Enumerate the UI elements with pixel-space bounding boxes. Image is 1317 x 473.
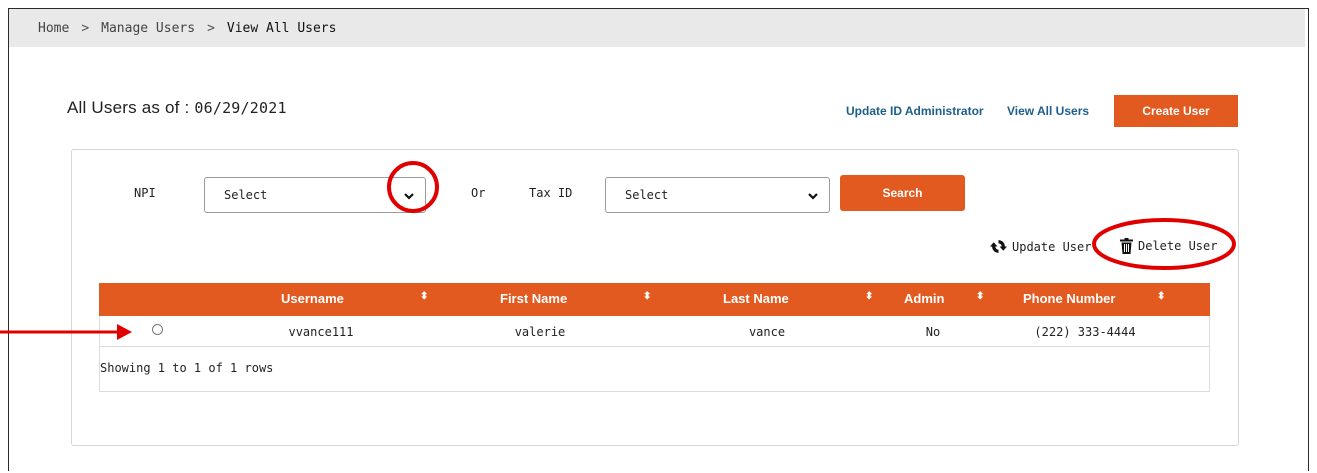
or-label: Or <box>471 186 486 200</box>
npi-select[interactable]: Select <box>204 177 426 213</box>
tax-id-select[interactable]: Select <box>605 177 830 213</box>
cell-admin: No <box>925 325 941 339</box>
refresh-icon <box>990 240 1007 253</box>
column-header-username[interactable]: Username <box>281 291 344 306</box>
npi-select-value: Select <box>224 188 268 202</box>
npi-label: NPI <box>134 186 156 200</box>
update-user-action[interactable]: Update User <box>990 238 1091 255</box>
page-title-prefix: All Users as of : <box>67 98 190 117</box>
delete-user-label: Delete User <box>1138 239 1218 253</box>
table-row[interactable]: vvance111 valerie vance No (222) 333-444… <box>99 316 1210 347</box>
view-all-users-link[interactable]: View All Users <box>1007 104 1089 118</box>
breadcrumb-home[interactable]: Home <box>38 21 69 36</box>
cell-username: vvance111 <box>288 325 354 339</box>
pagination-info: Showing 1 to 1 of 1 rows <box>100 361 274 375</box>
row-select-radio[interactable] <box>152 324 163 335</box>
page-title-date: 06/29/2021 <box>194 99 287 117</box>
update-user-label: Update User <box>1012 239 1092 254</box>
column-header-last-name[interactable]: Last Name <box>723 291 789 306</box>
tax-id-label: Tax ID <box>529 186 573 200</box>
cell-phone: (222) 333-4444 <box>1034 325 1136 339</box>
trash-icon <box>1120 238 1133 254</box>
chevron-down-icon <box>404 193 414 200</box>
sort-icon[interactable]: ⬍ <box>420 291 428 302</box>
breadcrumb: Home > Manage Users > View All Users <box>9 9 1305 47</box>
update-id-administrator-link[interactable]: Update ID Administrator <box>846 104 984 118</box>
page-title: All Users as of : 06/29/2021 <box>67 98 287 118</box>
sort-icon[interactable]: ⬍ <box>976 291 984 302</box>
cell-last-name: vance <box>748 325 786 339</box>
sort-icon[interactable]: ⬍ <box>643 291 651 302</box>
sort-icon[interactable]: ⬍ <box>865 291 873 302</box>
breadcrumb-current: View All Users <box>226 20 337 36</box>
chevron-right-icon: > <box>207 20 215 36</box>
search-button[interactable]: Search <box>840 175 965 211</box>
tax-id-select-value: Select <box>625 188 669 202</box>
column-header-admin[interactable]: Admin <box>904 291 944 306</box>
sort-icon[interactable]: ⬍ <box>1157 291 1165 302</box>
chevron-right-icon: > <box>81 20 90 36</box>
breadcrumb-manage-users[interactable]: Manage Users <box>101 21 195 36</box>
users-table-header: Username ⬍ First Name ⬍ Last Name ⬍ Admi… <box>99 283 1210 316</box>
column-header-first-name[interactable]: First Name <box>500 291 567 306</box>
column-header-phone-number[interactable]: Phone Number <box>1023 291 1115 306</box>
create-user-button[interactable]: Create User <box>1114 95 1238 127</box>
delete-user-action[interactable]: Delete User <box>1120 238 1217 254</box>
table-footer: Showing 1 to 1 of 1 rows <box>99 347 1210 392</box>
cell-first-name: valerie <box>514 325 566 339</box>
chevron-down-icon <box>808 193 818 200</box>
